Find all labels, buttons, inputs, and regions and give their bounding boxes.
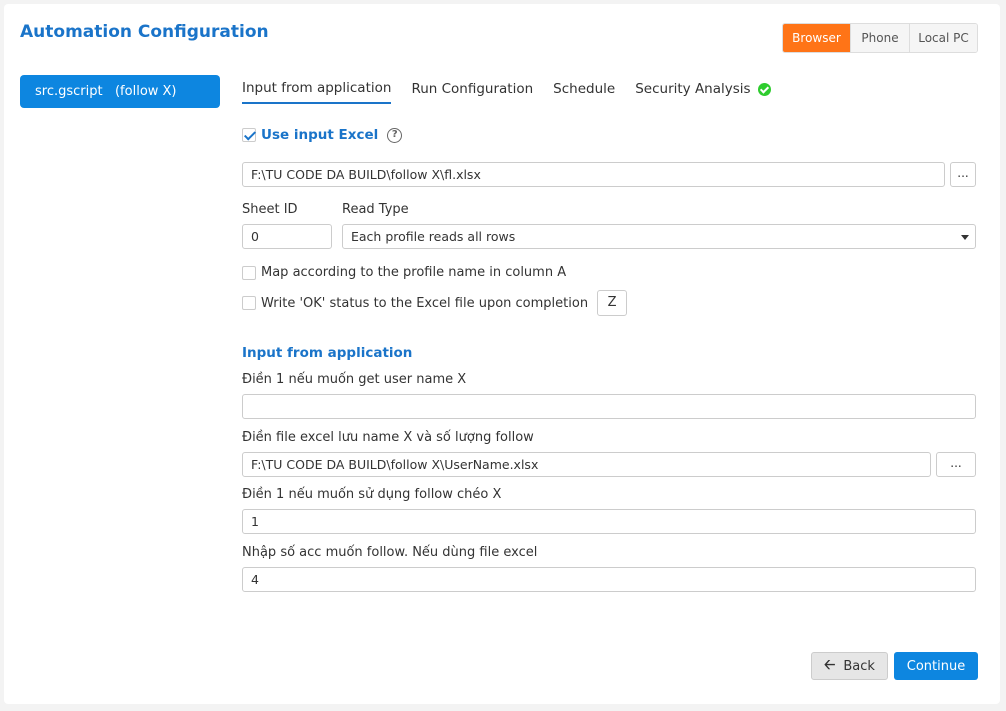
tab-label: Schedule bbox=[553, 81, 616, 97]
write-ok-row: Write 'OK' status to the Excel file upon… bbox=[242, 290, 628, 316]
username-file-input[interactable]: F:\TU CODE DA BUILD\follow X\UserName.xl… bbox=[242, 452, 931, 477]
check-circle-icon bbox=[757, 82, 771, 96]
continue-button[interactable]: Continue bbox=[894, 652, 978, 680]
map-profile-row: Map according to the profile name in col… bbox=[242, 265, 566, 280]
sheet-id-input[interactable]: 0 bbox=[242, 224, 332, 249]
field-label-get-username: Điền 1 nếu muốn get user name X bbox=[242, 372, 467, 387]
write-ok-checkbox[interactable] bbox=[242, 296, 256, 310]
page-title: Automation Configuration bbox=[20, 22, 269, 42]
use-input-excel-row: Use input Excel ? bbox=[242, 127, 403, 143]
write-ok-label: Write 'OK' status to the Excel file upon… bbox=[261, 295, 589, 311]
tab-label: Input from application bbox=[242, 80, 392, 96]
write-ok-column-input[interactable]: Z bbox=[597, 290, 628, 316]
read-type-value: Each profile reads all rows bbox=[351, 229, 516, 244]
browse-excel-button[interactable]: ... bbox=[950, 162, 976, 187]
tab-schedule[interactable]: Schedule bbox=[553, 80, 615, 104]
env-phone-button[interactable]: Phone bbox=[850, 24, 909, 52]
tab-bar: Input from application Run Configuration… bbox=[242, 80, 791, 104]
help-icon[interactable]: ? bbox=[387, 127, 403, 143]
tab-label: Security Analysis bbox=[635, 81, 751, 97]
sheet-id-label: Sheet ID bbox=[242, 202, 298, 217]
field-label-username-file: Điền file excel lưu name X và số lượng f… bbox=[242, 430, 534, 445]
read-type-select[interactable]: Each profile reads all rows bbox=[342, 224, 976, 249]
environment-toggle: Browser Phone Local PC bbox=[782, 23, 978, 53]
use-input-excel-checkbox[interactable] bbox=[242, 128, 256, 142]
input-from-application-heading: Input from application bbox=[242, 345, 413, 361]
field-label-cross-follow: Điền 1 nếu muốn sử dụng follow chéo X bbox=[242, 487, 502, 502]
browse-username-file-button[interactable]: ... bbox=[936, 452, 976, 477]
config-panel bbox=[4, 4, 1000, 704]
follow-count-input[interactable]: 4 bbox=[242, 567, 976, 592]
field-label-follow-count: Nhập số acc muốn follow. Nếu dùng file e… bbox=[242, 545, 538, 560]
arrow-left-icon: 🡠 bbox=[824, 657, 836, 673]
sidebar-item-script[interactable]: src.gscript (follow X) bbox=[20, 75, 220, 108]
tab-label: Run Configuration bbox=[411, 81, 534, 97]
caret-down-icon bbox=[961, 235, 969, 240]
use-input-excel-label: Use input Excel bbox=[261, 127, 379, 143]
env-browser-button[interactable]: Browser bbox=[783, 24, 850, 52]
excel-file-path-input[interactable]: F:\TU CODE DA BUILD\follow X\fl.xlsx bbox=[242, 162, 945, 187]
tab-input-from-application[interactable]: Input from application bbox=[242, 80, 392, 104]
cross-follow-input[interactable]: 1 bbox=[242, 509, 976, 534]
env-local-pc-button[interactable]: Local PC bbox=[909, 24, 977, 52]
get-username-input[interactable] bbox=[242, 394, 976, 419]
back-button[interactable]: 🡠 Back bbox=[811, 652, 888, 680]
back-button-label: Back bbox=[843, 658, 875, 674]
map-profile-label: Map according to the profile name in col… bbox=[261, 265, 567, 280]
map-profile-checkbox[interactable] bbox=[242, 265, 256, 280]
read-type-label: Read Type bbox=[342, 202, 409, 217]
tab-run-configuration[interactable]: Run Configuration bbox=[411, 80, 533, 104]
tab-security-analysis[interactable]: Security Analysis bbox=[635, 80, 771, 104]
